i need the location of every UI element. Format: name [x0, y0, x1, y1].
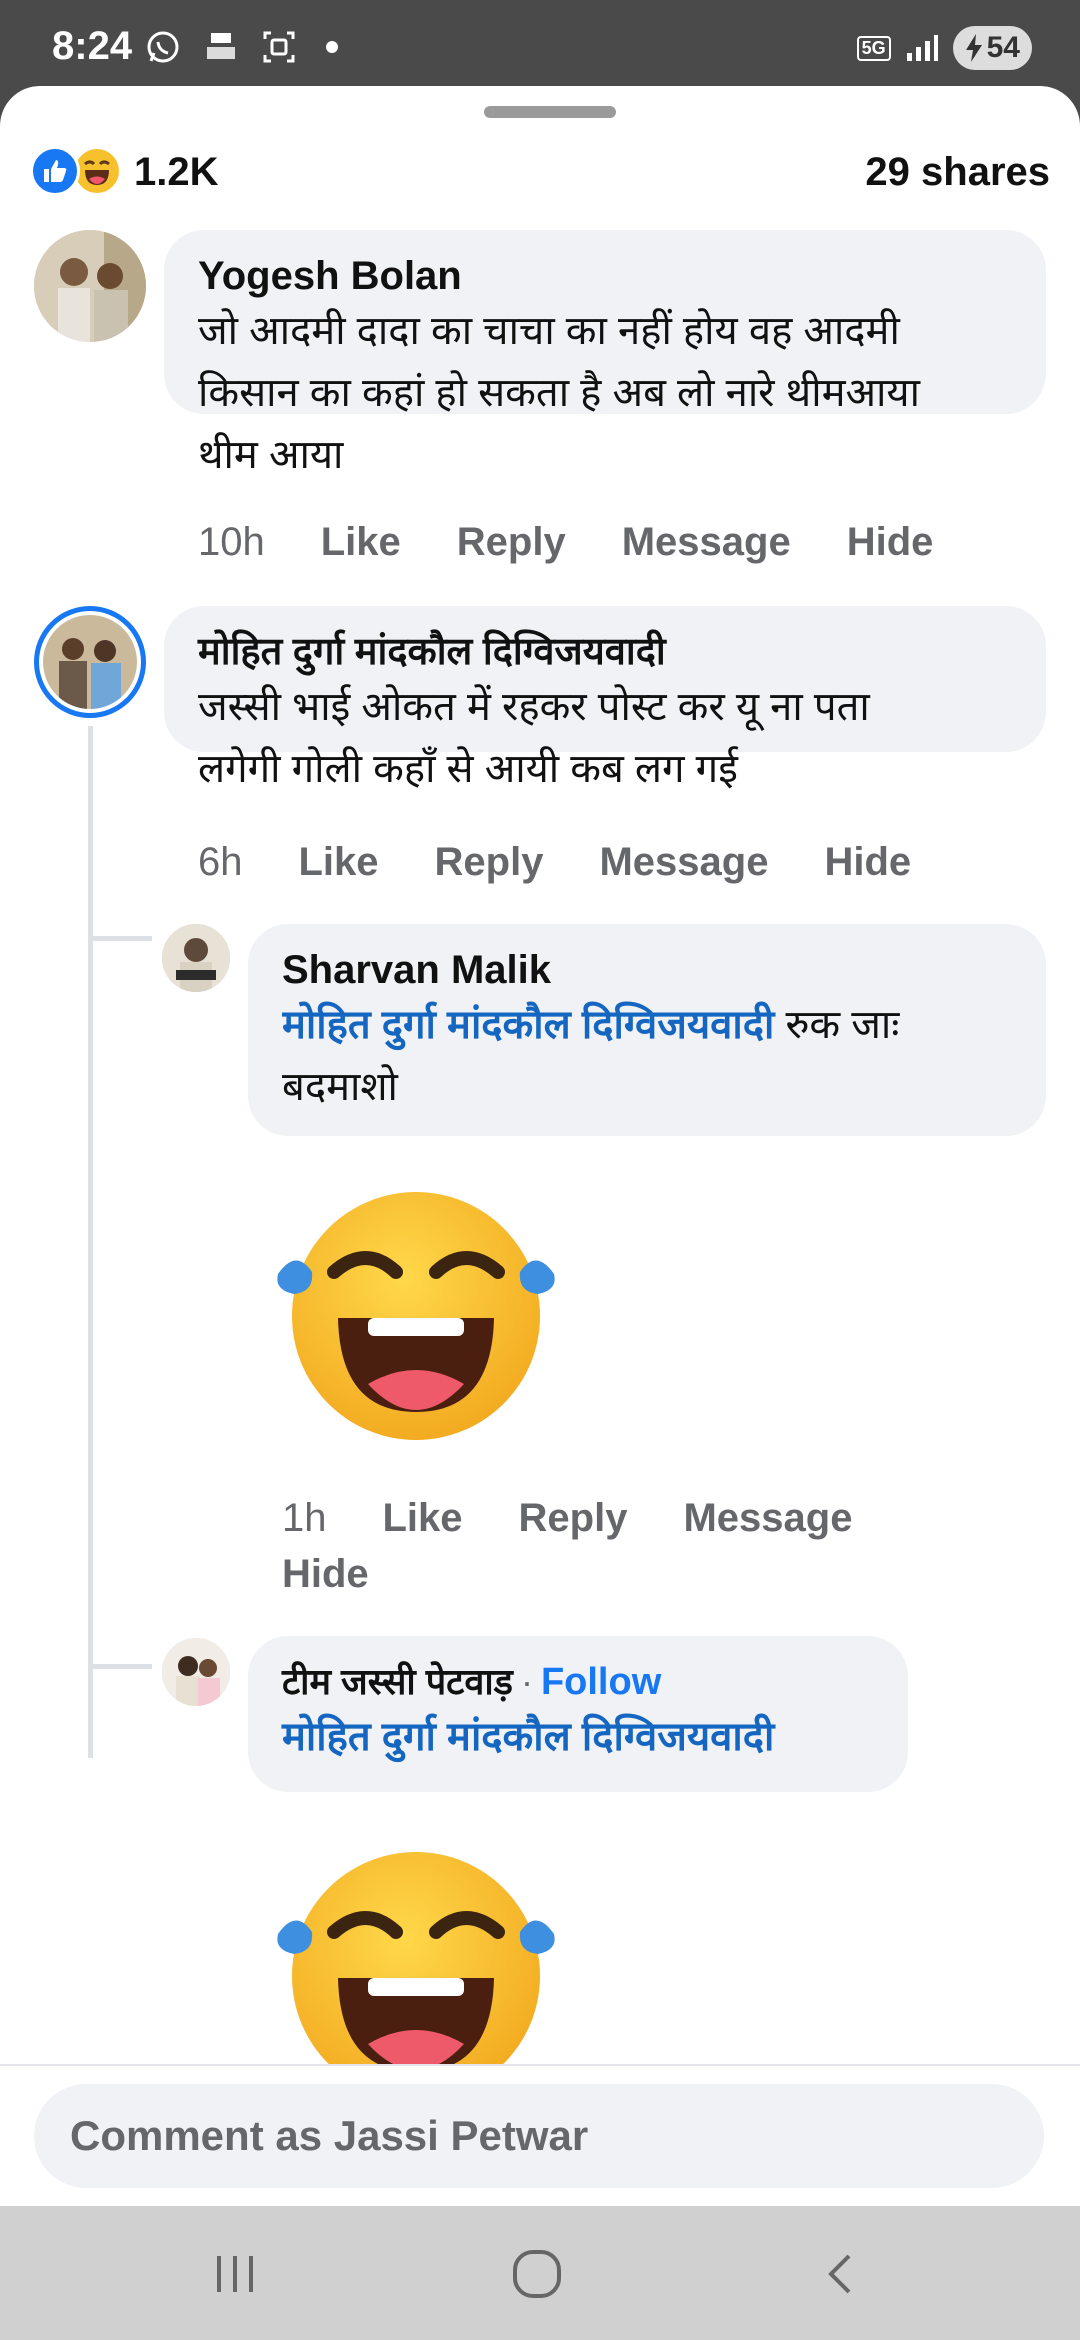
- comment-author[interactable]: Yogesh Bolan: [198, 252, 1012, 300]
- reply-actions-overflow: Hide: [282, 1552, 369, 1597]
- comment-timestamp: 10h: [198, 520, 265, 564]
- notification-dot-icon: [326, 41, 338, 53]
- comments-sheet: 1.2K 29 shares Yogesh Bolan जो आदमी दादा…: [0, 86, 1080, 2206]
- hide-button[interactable]: Hide: [824, 840, 911, 885]
- message-button[interactable]: Message: [599, 840, 768, 885]
- like-button[interactable]: Like: [321, 520, 401, 565]
- comment-actions: 6h Like Reply Message Hide: [198, 840, 911, 885]
- reaction-count[interactable]: 1.2K: [134, 150, 219, 195]
- network-type: 5G: [856, 35, 891, 61]
- comment-text-line: किसान का कहां हो सकता है अब लो नारे थीमआ…: [198, 371, 920, 415]
- reply-timestamp: 1h: [282, 1496, 327, 1540]
- thread-connector: [88, 726, 93, 1758]
- reply-button[interactable]: Reply: [435, 840, 544, 885]
- avatar[interactable]: [34, 230, 146, 342]
- reply-text: मोहित दुर्गा मांदकौल दिग्विजयवादी रुक जा…: [282, 994, 1012, 1056]
- comment-actions: 10h Like Reply Message Hide: [198, 520, 933, 565]
- reply-text-line: बदमाशो: [282, 1065, 398, 1109]
- reply-header: टीम जस्सी पेटवाड़ · Follow: [282, 1658, 874, 1706]
- thread-connector: [88, 936, 152, 941]
- comment-input[interactable]: Comment as Jassi Petwar: [34, 2084, 1044, 2188]
- shares-count[interactable]: 29 shares: [865, 150, 1050, 195]
- reaction-summary: 1.2K 29 shares: [30, 142, 1050, 202]
- reply-author[interactable]: Sharvan Malik: [282, 946, 1012, 994]
- reply-button[interactable]: Reply: [519, 1496, 628, 1541]
- message-button[interactable]: Message: [683, 1496, 852, 1541]
- comment-text-line: लगेगी गोली कहाँ से आयी कब लग गई: [198, 747, 738, 791]
- reply-author[interactable]: टीम जस्सी पेटवाड़: [282, 1658, 513, 1706]
- reply-text: मोहित दुर्गा मांदकौल दिग्विजयवादी: [282, 1706, 874, 1768]
- battery-level: 54: [986, 31, 1020, 64]
- hide-button[interactable]: Hide: [282, 1552, 369, 1597]
- like-icon: [30, 146, 80, 196]
- reply-bubble[interactable]: Sharvan Malik मोहित दुर्गा मांदकौल दिग्व…: [248, 924, 1046, 1136]
- like-button[interactable]: Like: [383, 1496, 463, 1541]
- system-navigation-bar: [0, 2206, 1080, 2340]
- mention-link[interactable]: मोहित दुर्गा मांदकौल दिग्विजयवादी: [282, 1003, 774, 1047]
- hide-button[interactable]: Hide: [847, 520, 934, 565]
- thread-connector: [88, 1664, 152, 1669]
- battery-indicator: 54: [952, 26, 1032, 70]
- recent-apps-icon[interactable]: [200, 2244, 270, 2304]
- mention-link[interactable]: मोहित दुर्गा मांदकौल दिग्विजयवादी: [282, 1715, 774, 1759]
- reply-button[interactable]: Reply: [457, 520, 566, 565]
- separator-dot: ·: [520, 1661, 533, 1702]
- laughing-emoji-sticker[interactable]: [268, 1184, 564, 1444]
- comment-timestamp: 6h: [198, 840, 243, 884]
- status-time: 8:24: [52, 24, 133, 68]
- reply-text-part: रुक जाः: [774, 1003, 900, 1047]
- comment-text-line: थीम आया: [198, 433, 344, 477]
- avatar[interactable]: [162, 1638, 230, 1706]
- screenshot-icon: [260, 28, 298, 66]
- charging-icon: [965, 34, 982, 62]
- message-button[interactable]: Message: [622, 520, 791, 565]
- whatsapp-icon: [144, 28, 182, 66]
- status-system-icons: 5G 54: [856, 26, 1032, 70]
- signal-icon: [906, 35, 938, 61]
- comment-bubble[interactable]: मोहित दुर्गा मांदकौल दिग्विजयवादी जस्सी …: [164, 606, 1046, 791]
- comment-author[interactable]: मोहित दुर्गा मांदकौल दिग्विजयवादी: [198, 628, 1012, 676]
- home-icon[interactable]: [502, 2244, 572, 2304]
- reply-bubble[interactable]: टीम जस्सी पेटवाड़ · Follow मोहित दुर्गा …: [248, 1636, 908, 1792]
- avatar[interactable]: [34, 606, 146, 718]
- follow-button[interactable]: Follow: [541, 1661, 661, 1704]
- status-notification-icons: [144, 28, 338, 66]
- news-app-icon: [202, 28, 240, 66]
- comment-text-line: जो आदमी दादा का चाचा का नहीं होय वह आदमी: [198, 309, 900, 353]
- drag-handle[interactable]: [484, 106, 616, 118]
- like-button[interactable]: Like: [299, 840, 379, 885]
- reply-actions: 1h Like Reply Message: [282, 1496, 852, 1541]
- comment-composer: Comment as Jassi Petwar: [0, 2064, 1080, 2206]
- avatar[interactable]: [162, 924, 230, 992]
- status-bar: 8:24 5G 54: [0, 0, 1080, 100]
- reaction-icons[interactable]: [30, 144, 126, 196]
- comment-text-line: जस्सी भाई ओकत में रहकर पोस्ट कर यू ना पत…: [198, 685, 870, 729]
- back-icon[interactable]: [806, 2244, 876, 2304]
- comment-bubble[interactable]: Yogesh Bolan जो आदमी दादा का चाचा का नही…: [164, 230, 1046, 477]
